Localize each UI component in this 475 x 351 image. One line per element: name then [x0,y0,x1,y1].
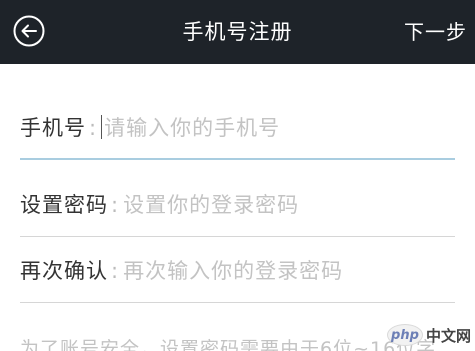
phone-label: 手机号 [20,116,86,140]
app-header: 手机号注册 下一步 [0,0,475,64]
next-step-button[interactable]: 下一步 [404,18,467,46]
password-separator: : [111,193,120,217]
confirm-field[interactable]: 再次确认: 再次输入你的登录密码 [20,257,343,285]
watermark: php 中文网 [386,323,471,347]
watermark-text: 中文网 [425,326,471,345]
confirm-field-underline [20,302,455,303]
password-rule-note: 为了账号安全，设置密码需要由于6位~16位字 [20,338,437,351]
password-field[interactable]: 设置密码: 设置你的登录密码 [20,191,299,219]
phone-field[interactable]: 手机号: 请输入你的手机号 [20,114,280,142]
phone-input[interactable]: 请输入你的手机号 [104,116,280,140]
password-field-row[interactable]: 设置密码: 设置你的登录密码 [20,177,455,237]
confirm-input[interactable]: 再次输入你的登录密码 [123,259,343,283]
text-caret [101,115,103,139]
confirm-separator: : [111,259,120,283]
phone-field-row[interactable]: 手机号: 请输入你的手机号 [20,100,455,160]
password-field-underline [20,236,455,237]
register-screen: 手机号注册 下一步 手机号: 请输入你的手机号 设置密码: 设置你的登录密码 再次确… [0,0,475,351]
password-label: 设置密码 [20,193,108,217]
confirm-label: 再次确认 [20,259,108,283]
watermark-logo: php [386,324,423,346]
password-input[interactable]: 设置你的登录密码 [123,193,299,217]
phone-field-underline [20,158,455,160]
confirm-field-row[interactable]: 再次确认: 再次输入你的登录密码 [20,243,455,303]
phone-separator: : [89,116,98,140]
